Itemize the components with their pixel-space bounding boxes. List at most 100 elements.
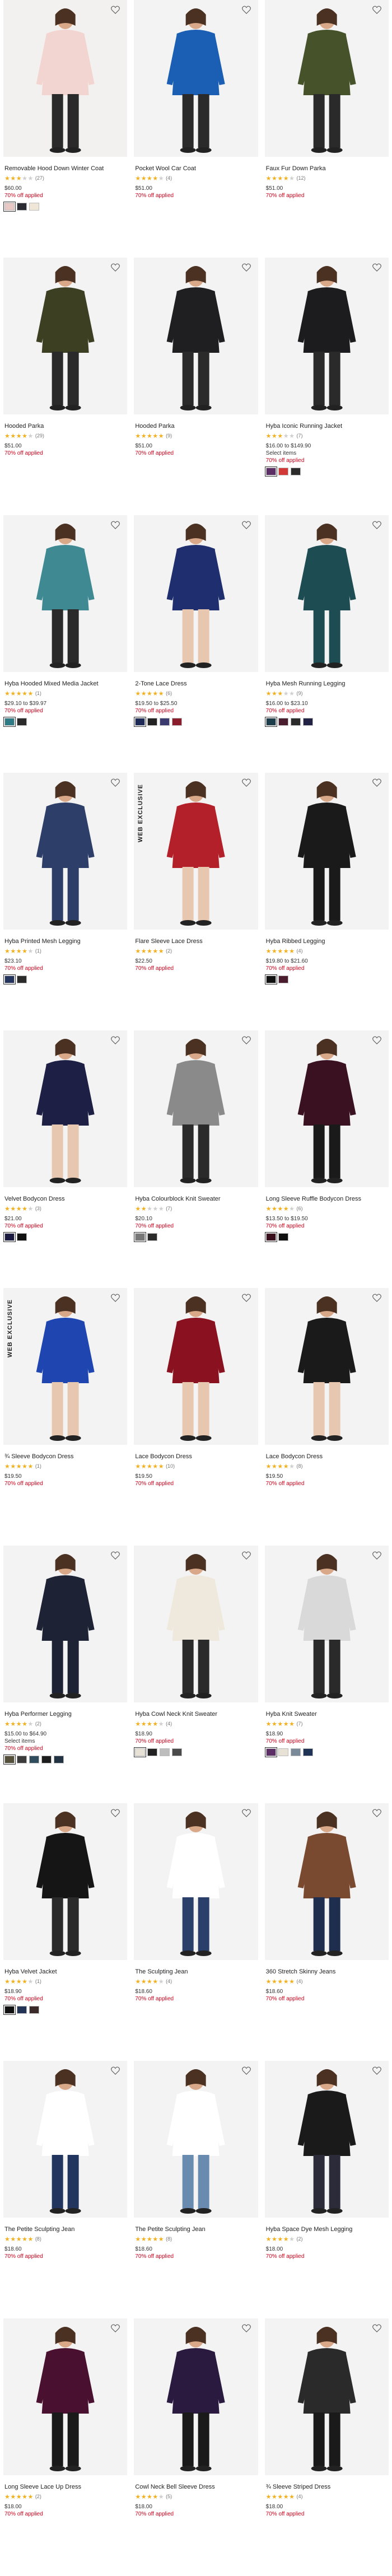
favorite-button[interactable] — [371, 1807, 383, 1819]
color-swatch[interactable] — [172, 718, 183, 726]
product-name[interactable]: Long Sleeve Ruffle Bodycon Dress — [266, 1195, 388, 1203]
product-image[interactable] — [3, 1803, 128, 1960]
product-image[interactable] — [3, 2318, 128, 2475]
product-image[interactable] — [264, 1288, 389, 1445]
product-card[interactable]: Hyba Iconic Running Jacket ★★★★★ (7) $16.00… — [262, 258, 392, 515]
favorite-button[interactable] — [109, 1549, 122, 1561]
product-name[interactable]: Hyba Cowl Neck Knit Sweater — [135, 1710, 256, 1718]
product-image[interactable] — [134, 1288, 258, 1445]
favorite-button[interactable] — [109, 1034, 122, 1046]
product-card[interactable]: Hooded Parka ★★★★★ (9) $51.00 70% off applie… — [130, 258, 261, 515]
product-image[interactable] — [3, 773, 128, 930]
color-swatch[interactable] — [17, 2006, 27, 2014]
product-card[interactable]: Hyba Ribbed Legging ★★★★★ (4) $19.80 to $21… — [262, 773, 392, 1030]
product-name[interactable]: The Sculpting Jean — [135, 1968, 256, 1976]
product-image[interactable] — [3, 515, 128, 672]
product-card[interactable]: Hyba Space Dye Mesh Legging ★★★★★ (2) $18.0… — [262, 2061, 392, 2318]
product-name[interactable]: Flare Sleeve Lace Dress — [135, 937, 256, 945]
favorite-button[interactable] — [371, 1549, 383, 1561]
product-card[interactable]: Hyba Velvet Jacket ★★★★★ (1) $18.90 70% off … — [0, 1803, 130, 2061]
favorite-button[interactable] — [240, 2064, 253, 2076]
product-card[interactable]: Lace Bodycon Dress ★★★★★ (8) $19.50 70% off … — [262, 1288, 392, 1546]
product-name[interactable]: Hyba Colourblock Knit Sweater — [135, 1195, 256, 1203]
color-swatch[interactable] — [134, 717, 147, 727]
product-image[interactable] — [3, 0, 128, 157]
color-swatch[interactable] — [290, 718, 301, 726]
color-swatch[interactable] — [3, 202, 16, 212]
product-image[interactable] — [264, 2061, 389, 2218]
favorite-button[interactable] — [371, 1034, 383, 1046]
product-image[interactable] — [264, 515, 389, 672]
product-name[interactable]: Hyba Knit Sweater — [266, 1710, 388, 1718]
product-card[interactable]: Hyba Colourblock Knit Sweater ★★★★★ (7) $20… — [130, 1030, 261, 1288]
color-swatch[interactable] — [172, 1748, 183, 1756]
product-name[interactable]: Removable Hood Down Winter Coat — [4, 165, 126, 172]
favorite-button[interactable] — [109, 1291, 122, 1304]
favorite-button[interactable] — [240, 3, 253, 16]
color-swatch[interactable] — [278, 468, 288, 475]
product-card[interactable]: The Sculpting Jean ★★★★★ (4) $18.60 70% off … — [130, 1803, 261, 2061]
favorite-button[interactable] — [240, 2322, 253, 2334]
product-image[interactable] — [134, 258, 258, 414]
product-card[interactable]: The Petite Sculpting Jean ★★★★★ (8) $18.60 7… — [0, 2061, 130, 2318]
color-swatch[interactable] — [3, 1232, 16, 1242]
product-name[interactable]: Velvet Bodycon Dress — [4, 1195, 126, 1203]
color-swatch[interactable] — [147, 1748, 158, 1756]
product-image[interactable] — [264, 258, 389, 414]
product-name[interactable]: ¾ Sleeve Striped Dress — [266, 2483, 388, 2491]
color-swatch[interactable] — [264, 717, 277, 727]
color-swatch[interactable] — [29, 1756, 39, 1763]
color-swatch[interactable] — [54, 1756, 64, 1763]
product-image[interactable] — [264, 773, 389, 930]
favorite-button[interactable] — [240, 1549, 253, 1561]
color-swatch[interactable] — [17, 976, 27, 983]
color-swatch[interactable] — [17, 1233, 27, 1241]
product-card[interactable]: Removable Hood Down Winter Coat ★★★★★ (27)… — [0, 0, 130, 258]
product-image[interactable] — [264, 1546, 389, 1702]
color-swatch[interactable] — [278, 1748, 288, 1756]
favorite-button[interactable] — [371, 2064, 383, 2076]
product-image[interactable] — [264, 0, 389, 157]
favorite-button[interactable] — [240, 1034, 253, 1046]
product-name[interactable]: 2-Tone Lace Dress — [135, 680, 256, 688]
product-image[interactable] — [134, 2318, 258, 2475]
color-swatch[interactable] — [264, 1747, 277, 1757]
color-swatch[interactable] — [134, 1747, 147, 1757]
product-card[interactable]: Velvet Bodycon Dress ★★★★★ (3) $21.00 70% of… — [0, 1030, 130, 1288]
color-swatch[interactable] — [278, 976, 288, 983]
product-image[interactable] — [3, 2061, 128, 2218]
product-image[interactable] — [264, 1803, 389, 1960]
color-swatch[interactable] — [264, 974, 277, 984]
product-image[interactable]: WEB EXCLUSIVE — [3, 1288, 128, 1445]
product-name[interactable]: Long Sleeve Lace Up Dress — [4, 2483, 126, 2491]
product-name[interactable]: Hyba Mesh Running Legging — [266, 680, 388, 688]
product-card[interactable]: WEB EXCLUSIVE Flare Sleeve Lace Dress ★★★★… — [130, 773, 261, 1030]
color-swatch[interactable] — [147, 718, 158, 726]
favorite-button[interactable] — [109, 519, 122, 531]
product-card[interactable]: Cowl Neck Bell Sleeve Dress ★★★★★ (5) $18.0… — [130, 2318, 261, 2576]
product-image[interactable] — [134, 2061, 258, 2218]
favorite-button[interactable] — [371, 776, 383, 788]
color-swatch[interactable] — [290, 1748, 301, 1756]
favorite-button[interactable] — [240, 1291, 253, 1304]
color-swatch[interactable] — [160, 1748, 170, 1756]
favorite-button[interactable] — [240, 261, 253, 273]
product-name[interactable]: ¾ Sleeve Bodycon Dress — [4, 1453, 126, 1460]
product-card[interactable]: Pocket Wool Car Coat ★★★★★ (4) $51.00 70% of… — [130, 0, 261, 258]
product-card[interactable]: Hyba Hooded Mixed Media Jacket ★★★★★ (1) $2… — [0, 515, 130, 773]
color-swatch[interactable] — [264, 1232, 277, 1242]
color-swatch[interactable] — [3, 717, 16, 727]
product-image[interactable] — [134, 515, 258, 672]
favorite-button[interactable] — [371, 261, 383, 273]
color-swatch[interactable] — [3, 2005, 16, 2015]
product-card[interactable]: WEB EXCLUSIVE ¾ Sleeve Bodycon Dress ★★★★★… — [0, 1288, 130, 1546]
favorite-button[interactable] — [371, 1291, 383, 1304]
color-swatch[interactable] — [3, 974, 16, 984]
favorite-button[interactable] — [371, 519, 383, 531]
product-image[interactable] — [3, 258, 128, 414]
product-card[interactable]: ¾ Sleeve Striped Dress ★★★★★ (4) $18.00 70% … — [262, 2318, 392, 2576]
product-image[interactable] — [134, 1546, 258, 1702]
product-name[interactable]: Hooded Parka — [4, 422, 126, 430]
product-image[interactable] — [3, 1030, 128, 1187]
color-swatch[interactable] — [17, 203, 27, 211]
